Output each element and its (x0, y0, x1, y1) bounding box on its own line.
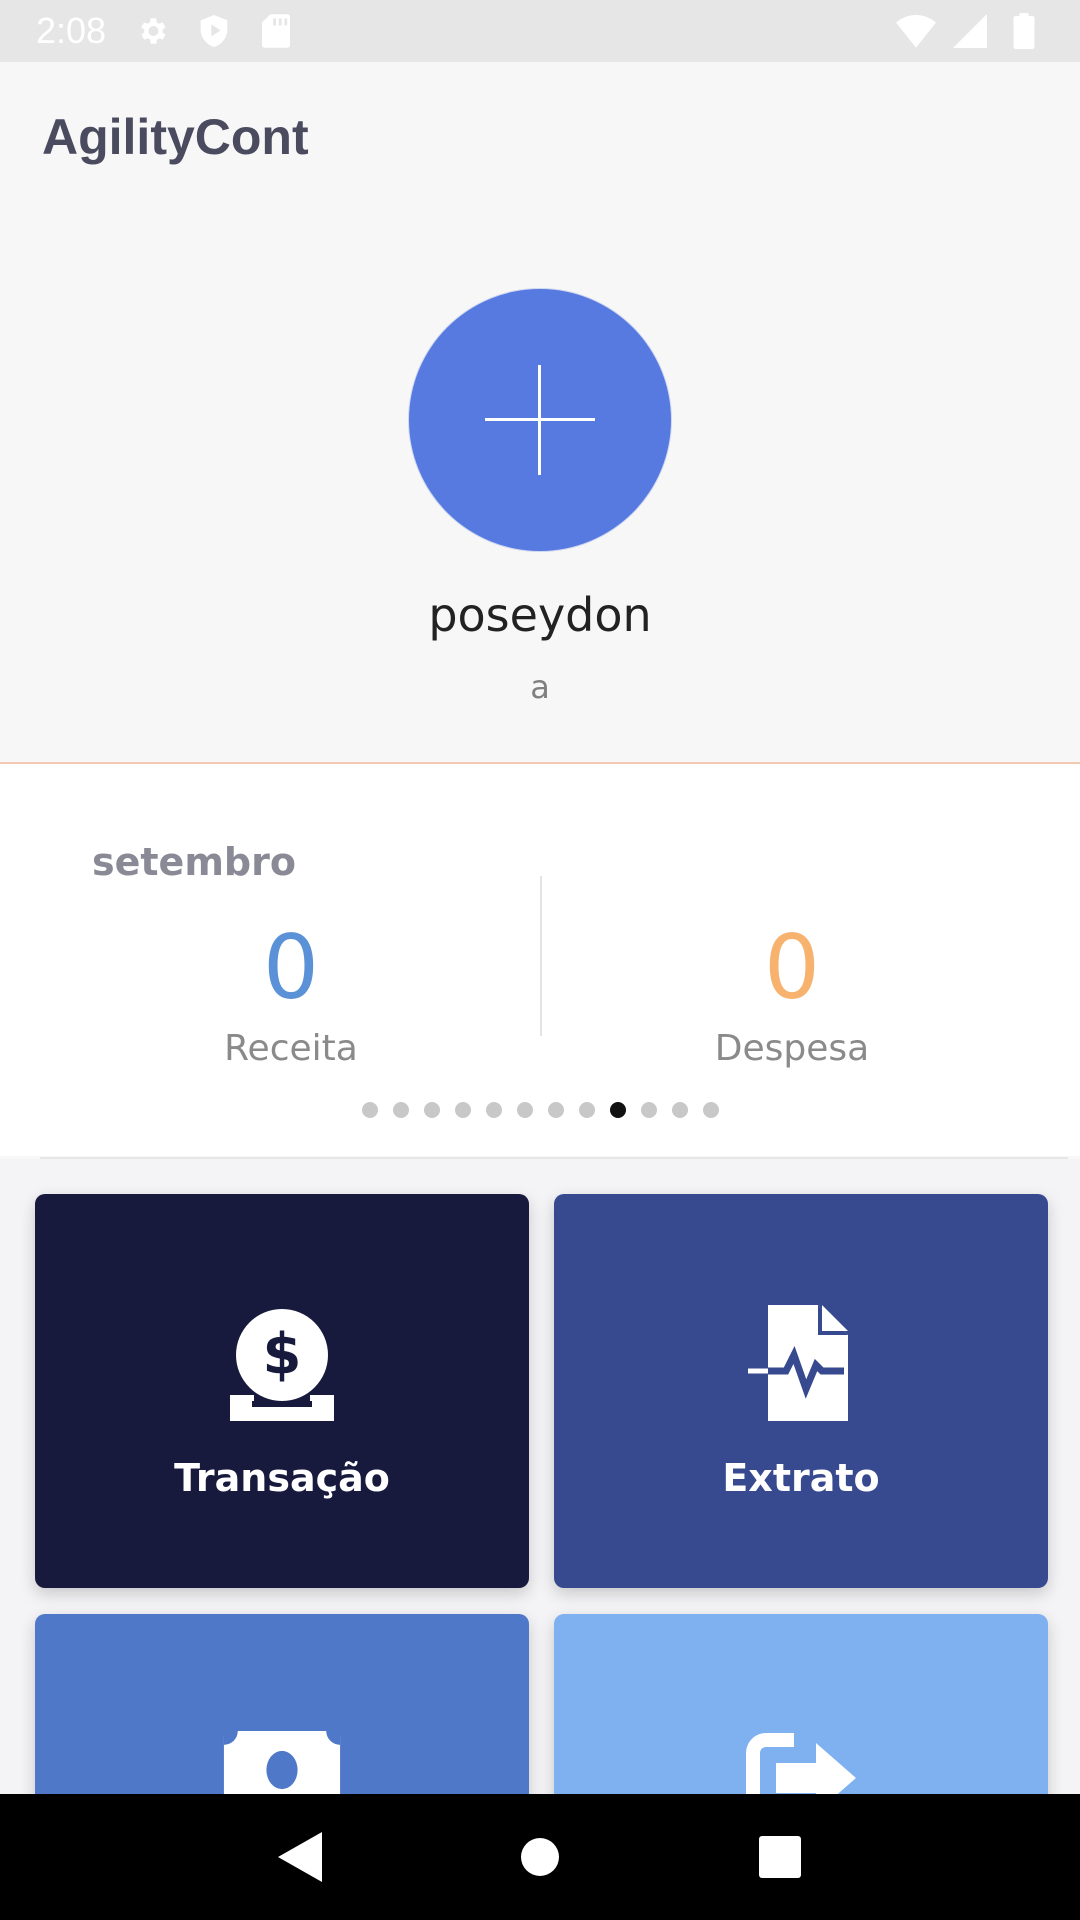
page-dot (485, 1102, 502, 1118)
page-dot (671, 1102, 688, 1118)
app-title: AgilityCont (42, 109, 309, 165)
menu-grid: $ Transação Extrato (0, 1159, 1080, 1920)
screen: 2:08 AgilityCont poseydon a setembro 0 R… (0, 0, 1080, 1920)
shield-icon (194, 11, 234, 51)
status-bar: 2:08 (0, 0, 1080, 62)
status-right-icons (896, 11, 1044, 51)
expense-label: Despesa (714, 1028, 870, 1069)
page-dot (547, 1102, 564, 1118)
recents-icon[interactable] (740, 1817, 820, 1897)
page-dot (454, 1102, 471, 1118)
battery-icon (1004, 11, 1044, 51)
signal-icon (950, 11, 990, 51)
page-dot (578, 1102, 595, 1118)
app-bar: AgilityCont (0, 62, 1080, 212)
monthly-summary-carousel[interactable]: setembro 0 Receita 0 Despesa (0, 764, 1080, 1156)
page-dot (609, 1102, 626, 1118)
month-label: setembro (92, 840, 296, 884)
plus-icon (485, 365, 595, 475)
page-dot (423, 1102, 440, 1118)
page-dot (392, 1102, 409, 1118)
page-indicator (0, 1102, 1080, 1118)
gear-icon (132, 11, 172, 51)
home-icon[interactable] (500, 1817, 580, 1897)
status-time: 2:08 (36, 10, 107, 51)
username: poseydon (428, 588, 652, 642)
profile-section: poseydon a (0, 212, 1080, 762)
back-icon[interactable] (260, 1817, 340, 1897)
transacao-tile[interactable]: $ Transação (35, 1194, 529, 1588)
add-avatar-button[interactable] (409, 289, 671, 551)
extrato-tile[interactable]: Extrato (554, 1194, 1048, 1588)
income-stat: 0 Receita (121, 916, 461, 1070)
status-left-icons (132, 11, 296, 51)
system-nav-bar (0, 1794, 1080, 1920)
income-value: 0 (263, 916, 319, 1019)
file-report-icon (736, 1298, 866, 1428)
page-dot (361, 1102, 378, 1118)
sd-card-icon (256, 11, 296, 51)
income-label: Receita (224, 1028, 358, 1069)
page-dot (640, 1102, 657, 1118)
page-dot (702, 1102, 719, 1118)
extrato-label: Extrato (722, 1456, 880, 1500)
wifi-icon (896, 11, 936, 51)
expense-stat: 0 Despesa (622, 916, 962, 1070)
page-dot (516, 1102, 533, 1118)
summary-divider (540, 876, 542, 1036)
money-deposit-icon: $ (217, 1298, 347, 1428)
expense-value: 0 (764, 916, 820, 1019)
transacao-label: Transação (174, 1456, 390, 1500)
svg-text:$: $ (263, 1322, 302, 1387)
user-subtitle: a (530, 668, 550, 706)
